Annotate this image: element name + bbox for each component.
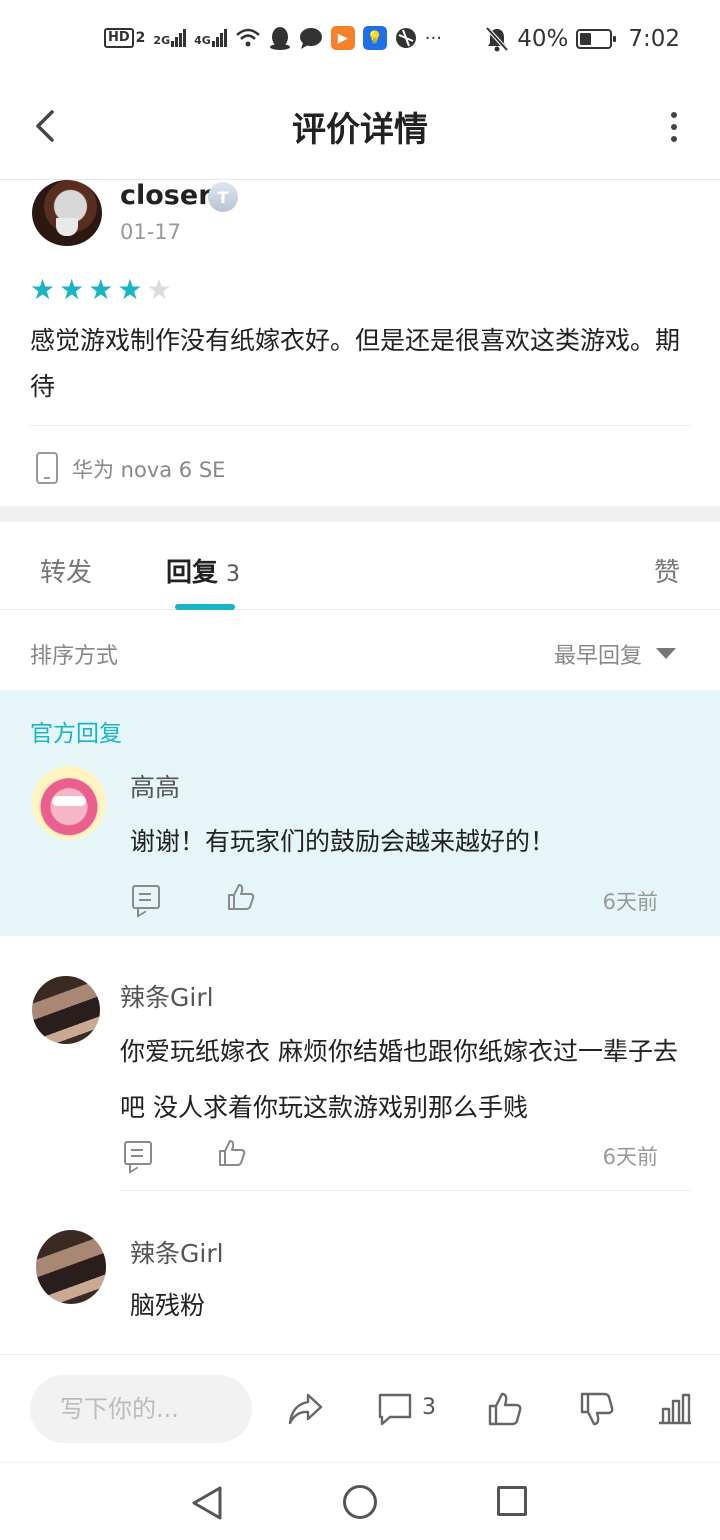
status-bar: HD 2 2G 4G ▶ 💡 ··· 40% 7:02 xyxy=(0,0,720,84)
thumbs-up-icon[interactable] xyxy=(486,1391,524,1427)
device-name: 华为 nova 6 SE xyxy=(72,458,226,482)
signal-label: 2G xyxy=(153,34,171,47)
review-card: closer T 01-17 ★ ★ ★ ★ ★ 感觉游戏制作没有纸嫁衣好。但是还是很喜… xyxy=(0,180,720,506)
reviewer-name[interactable]: closer xyxy=(120,180,212,211)
reply-item: 辣条Girl 你爱玩纸嫁衣 麻烦你结婚也跟你纸嫁衣过一辈子去吧 没人求着你玩这款… xyxy=(0,936,720,1192)
comment-input[interactable]: 写下你的... xyxy=(30,1375,252,1443)
thumbs-up-icon[interactable] xyxy=(226,882,256,912)
chevron-down-icon[interactable] xyxy=(656,648,676,659)
battery-percent: 40% xyxy=(517,26,569,52)
browser-icon xyxy=(395,28,416,48)
sort-row: 排序方式 最早回复 xyxy=(0,610,720,690)
comment-icon[interactable] xyxy=(132,885,160,909)
reply-author[interactable]: 辣条Girl xyxy=(130,1234,224,1270)
reviewer-avatar[interactable] xyxy=(32,180,102,246)
section-separator xyxy=(0,506,720,522)
avatar[interactable] xyxy=(32,766,106,840)
official-reply: 官方回复 高高 谢谢！有玩家们的鼓励会越来越好的！ 6天前 xyxy=(0,690,720,936)
reply-item: 辣条Girl 脑残粉 xyxy=(0,1192,720,1354)
thumbs-down-icon[interactable] xyxy=(578,1391,616,1427)
reply-time: 6天前 xyxy=(602,1145,658,1169)
sim-indicator: 2 xyxy=(135,30,146,46)
message-icon xyxy=(299,28,322,49)
reply-author[interactable]: 高高 xyxy=(130,768,180,804)
tab-like[interactable]: 赞 xyxy=(654,552,680,589)
reply-text: 你爱玩纸嫁衣 麻烦你结婚也跟你纸嫁衣过一辈子去吧 没人求着你玩这款游戏别那么手贱 xyxy=(120,1037,678,1122)
tab-forward[interactable]: 转发 xyxy=(40,552,92,589)
signal-label: 4G xyxy=(194,34,211,47)
nav-home-icon[interactable] xyxy=(343,1485,377,1519)
comment-icon[interactable] xyxy=(124,1141,152,1165)
tab-reply[interactable]: 回复 3 xyxy=(166,552,240,589)
star-rating: ★ ★ ★ ★ ★ xyxy=(30,276,172,304)
reply-text: 脑残粉 xyxy=(130,1291,206,1320)
system-nav-bar xyxy=(0,1462,720,1540)
review-date: 01-17 xyxy=(120,220,182,244)
star-empty-icon: ★ xyxy=(146,273,172,306)
star-filled-icon: ★ xyxy=(117,273,143,306)
tab-reply-count: 3 xyxy=(226,562,241,587)
wifi-icon xyxy=(235,28,260,47)
tab-reply-label: 回复 xyxy=(166,558,219,588)
more-menu-icon[interactable] xyxy=(668,112,680,142)
share-icon[interactable] xyxy=(286,1391,324,1427)
hd-indicator: HD xyxy=(104,28,134,48)
video-app-icon: ▶ xyxy=(330,26,355,50)
thumbs-up-icon[interactable] xyxy=(217,1138,247,1168)
nav-recents-icon[interactable] xyxy=(497,1486,527,1516)
qq-icon xyxy=(269,27,290,50)
divider xyxy=(30,425,690,426)
stats-chart-icon[interactable] xyxy=(656,1391,694,1427)
status-left-icons: HD 2 2G 4G ▶ 💡 ··· xyxy=(104,26,442,50)
signal-icon: 2G xyxy=(153,29,187,47)
official-reply-label: 官方回复 xyxy=(30,721,122,747)
avatar[interactable] xyxy=(32,976,100,1044)
clock: 7:02 xyxy=(628,26,680,52)
star-filled-icon: ★ xyxy=(30,273,56,306)
sort-label: 排序方式 xyxy=(30,644,119,669)
avatar[interactable] xyxy=(36,1230,106,1304)
status-right-icons: 40% 7:02 xyxy=(485,26,680,52)
comment-icon[interactable] xyxy=(376,1391,414,1427)
review-text: 感觉游戏制作没有纸嫁衣好。但是还是很喜欢这类游戏。期待 xyxy=(30,326,681,401)
reply-text: 谢谢！有玩家们的鼓励会越来越好的！ xyxy=(130,827,556,856)
more-notifications-icon: ··· xyxy=(424,27,442,49)
divider xyxy=(120,1190,690,1191)
star-filled-icon: ★ xyxy=(88,273,114,306)
sort-dropdown[interactable]: 最早回复 xyxy=(554,638,642,670)
mute-bell-icon xyxy=(485,26,509,52)
phone-icon xyxy=(36,452,58,484)
level-badge-icon: T xyxy=(208,182,238,212)
bulb-app-icon: 💡 xyxy=(362,26,387,50)
battery-icon xyxy=(576,29,617,49)
header: 评价详情 xyxy=(0,84,720,180)
reply-time: 6天前 xyxy=(602,890,658,914)
comment-count: 3 xyxy=(422,1395,436,1420)
signal-icon: 4G xyxy=(194,29,227,47)
bottom-action-bar: 写下你的... 3 xyxy=(0,1354,720,1462)
nav-back-icon[interactable] xyxy=(190,1485,224,1521)
page-title: 评价详情 xyxy=(292,110,428,150)
tab-bar: 转发 回复 3 赞 xyxy=(0,522,720,610)
reply-author[interactable]: 辣条Girl xyxy=(120,978,214,1014)
star-filled-icon: ★ xyxy=(59,273,85,306)
